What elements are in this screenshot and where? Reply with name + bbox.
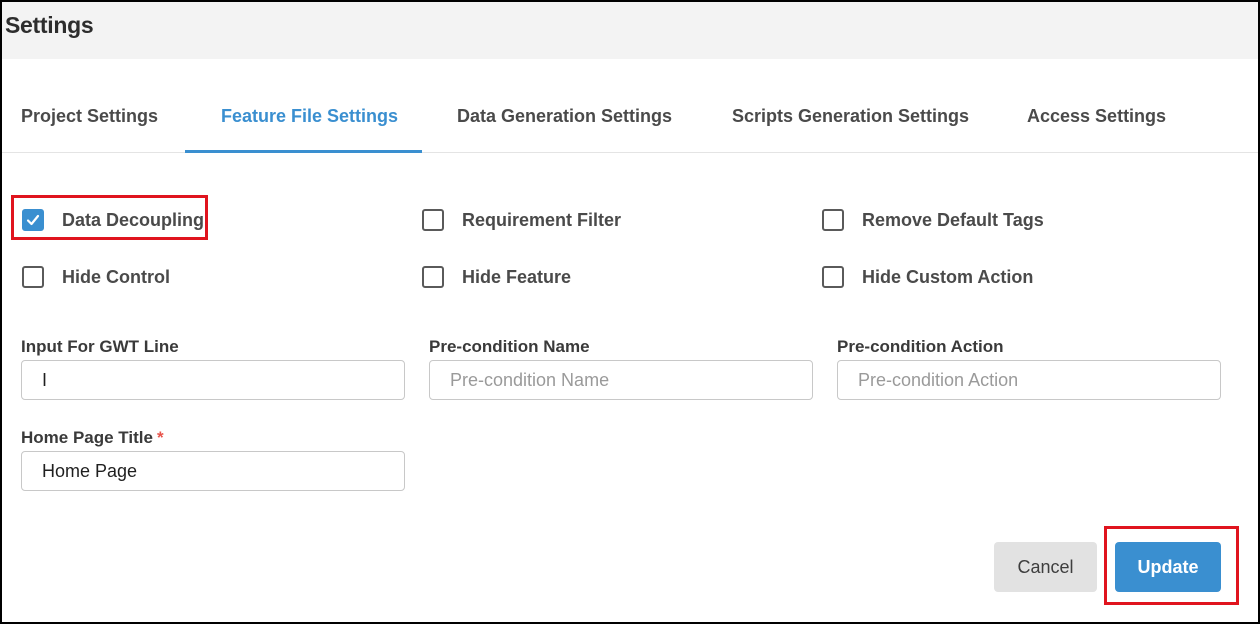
hide-feature-label: Hide Feature [462,266,572,287]
settings-header: Settings [2,2,1258,59]
settings-window: Settings Project Settings Feature File S… [0,0,1260,624]
precondition-action-label: Pre-condition Action [837,337,1004,356]
hide-control-option[interactable]: Hide Control [22,266,170,288]
remove-default-tags-checkbox[interactable] [822,209,844,231]
remove-default-tags-label: Remove Default Tags [862,209,1044,230]
tab-feature-file-settings[interactable]: Feature File Settings [221,59,398,153]
data-decoupling-label: Data Decoupling [62,209,205,230]
requirement-filter-label: Requirement Filter [462,209,622,230]
data-decoupling-checkbox[interactable] [22,209,44,231]
hide-custom-action-label: Hide Custom Action [862,266,1034,287]
tab-access-settings[interactable]: Access Settings [1027,59,1166,153]
precondition-action-input[interactable] [837,360,1221,400]
gwt-line-label: Input For GWT Line [21,337,179,356]
hide-feature-checkbox[interactable] [422,266,444,288]
hide-control-label: Hide Control [62,266,170,287]
remove-default-tags-option[interactable]: Remove Default Tags [822,209,1044,231]
home-page-title-input[interactable] [21,451,405,491]
hide-feature-option[interactable]: Hide Feature [422,266,571,288]
cancel-button[interactable]: Cancel [994,542,1097,592]
active-tab-indicator [185,150,422,153]
precondition-name-input[interactable] [429,360,813,400]
hide-custom-action-option[interactable]: Hide Custom Action [822,266,1033,288]
page-title: Settings [5,12,94,38]
settings-tabs: Project Settings Feature File Settings D… [2,59,1258,153]
data-decoupling-option[interactable]: Data Decoupling [22,209,204,231]
hide-control-checkbox[interactable] [22,266,44,288]
precondition-name-label: Pre-condition Name [429,337,590,356]
tab-scripts-generation-settings[interactable]: Scripts Generation Settings [732,59,969,153]
requirement-filter-option[interactable]: Requirement Filter [422,209,621,231]
requirement-filter-checkbox[interactable] [422,209,444,231]
required-asterisk: * [156,428,164,447]
tab-project-settings[interactable]: Project Settings [21,59,158,153]
check-icon [26,214,40,226]
hide-custom-action-checkbox[interactable] [822,266,844,288]
home-page-title-label: Home Page Title * [21,428,164,448]
gwt-line-input[interactable] [21,360,405,400]
update-button[interactable]: Update [1115,542,1221,592]
home-page-title-label-text: Home Page Title [21,428,153,447]
tab-data-generation-settings[interactable]: Data Generation Settings [457,59,672,153]
